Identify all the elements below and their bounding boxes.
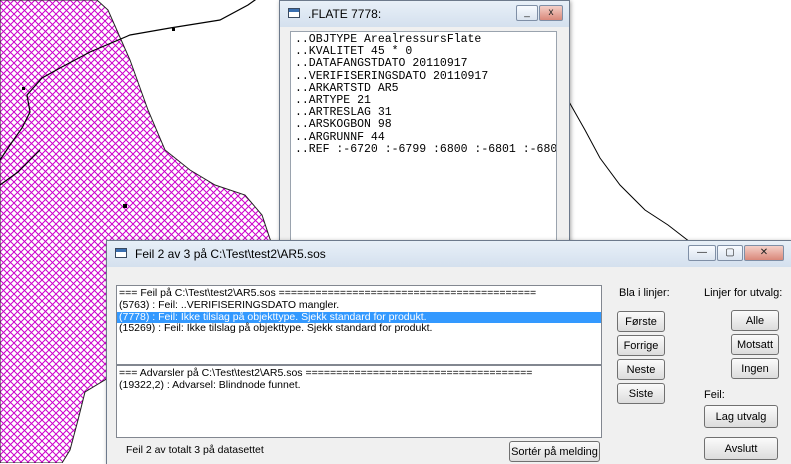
attribute-line: ..REF :-6720 :-6799 :6800 :-6801 :-6802 <box>295 142 557 156</box>
status-text: Feil 2 av totalt 3 på datasettet <box>126 444 264 456</box>
flate-title: .FLATE 7778: <box>308 7 382 21</box>
first-button[interactable]: Første <box>617 311 665 332</box>
invert-button[interactable]: Motsatt <box>731 334 779 355</box>
window-icon <box>115 248 127 258</box>
map-node[interactable] <box>123 204 127 208</box>
close-button[interactable]: ✕ <box>744 245 784 261</box>
sort-by-message-button[interactable]: Sortér på melding <box>509 441 600 462</box>
next-button[interactable]: Neste <box>617 359 665 380</box>
error-titlebar[interactable]: Feil 2 av 3 på C:\Test\test2\AR5.sos — ▢… <box>107 241 791 267</box>
selection-label: Linjer for utvalg: <box>704 287 783 299</box>
list-item[interactable]: (19322,2) : Advarsel: Blindnode funnet. <box>117 379 601 392</box>
close-button[interactable]: x <box>539 5 563 21</box>
flate-window[interactable]: .FLATE 7778: _ x ..OBJTYPE ArealressursF… <box>279 0 570 247</box>
list-item[interactable]: (5763) : Feil: ..VERIFISERINGSDATO mangl… <box>117 299 601 312</box>
error-window-title: Feil 2 av 3 på C:\Test\test2\AR5.sos <box>135 247 326 261</box>
exit-button[interactable]: Avslutt <box>704 437 778 460</box>
list-item[interactable]: (15269) : Feil: Ikke tilslag på objektty… <box>117 323 601 335</box>
maximize-button[interactable]: ▢ <box>717 245 743 261</box>
all-button[interactable]: Alle <box>731 310 779 331</box>
flate-titlebar[interactable]: .FLATE 7778: _ x <box>280 1 569 27</box>
minimize-button[interactable]: _ <box>516 5 538 21</box>
map-line[interactable] <box>567 99 691 243</box>
attribute-line: ..ARGRUNNF 44 <box>295 130 385 144</box>
previous-button[interactable]: Forrige <box>617 335 665 356</box>
attribute-line: ..ARSKOGBON 98 <box>295 118 392 132</box>
none-button[interactable]: Ingen <box>731 358 779 379</box>
minimize-button[interactable]: — <box>688 245 716 261</box>
error-window[interactable]: Feil 2 av 3 på C:\Test\test2\AR5.sos — ▢… <box>106 240 791 464</box>
last-button[interactable]: Siste <box>617 383 665 404</box>
browse-label: Bla i linjer: <box>619 287 670 299</box>
make-selection-button[interactable]: Lag utvalg <box>704 405 778 428</box>
error-list[interactable]: === Feil på C:\Test\test2\AR5.sos ======… <box>116 285 602 365</box>
map-node[interactable] <box>172 28 175 31</box>
attribute-line: ..DATAFANGSTDATO 20110917 <box>295 57 468 71</box>
error-label: Feil: <box>704 389 725 401</box>
warning-list[interactable]: === Advarsler på C:\Test\test2\AR5.sos =… <box>116 365 602 438</box>
attribute-text[interactable]: ..OBJTYPE ArealressursFlate ..KVALITET 45… <box>290 31 557 241</box>
window-icon <box>288 8 300 18</box>
map-node[interactable] <box>22 87 25 90</box>
attribute-line: ..VERIFISERINGSDATO 20110917 <box>295 69 489 83</box>
